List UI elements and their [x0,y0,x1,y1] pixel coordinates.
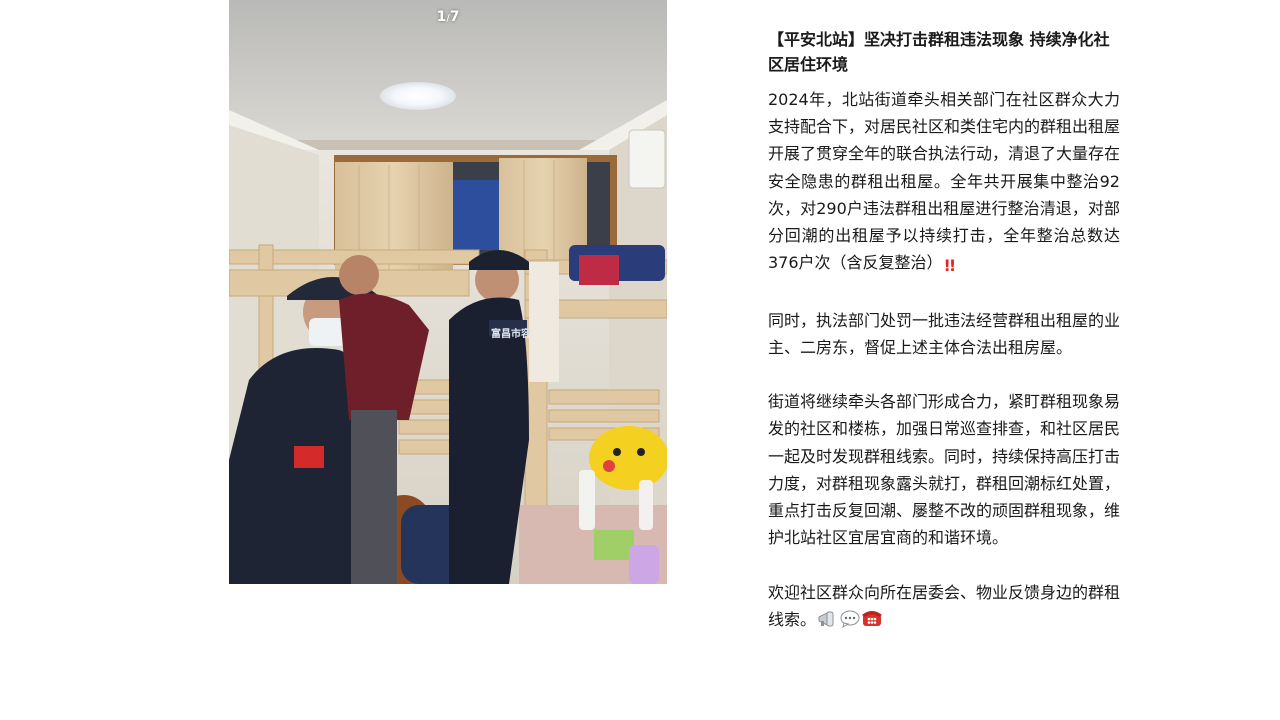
page: 1/7 富昌市容 【平安北站】坚决打击群租违法现象 持续净化社区居住环境 202… [0,0,1280,720]
post-title: 【平安北站】坚决打击群租违法现象 持续净化社区居住环境 [768,30,1110,74]
post-paragraph-2: 同时，执法部门处罚一批违法经营群租出租屋的业主、二房东，督促上述主体合法出租房屋… [768,310,1121,357]
telephone-icon [861,608,883,636]
post-paragraph-1-text: 2024年，北站街道牵头相关部门在社区群众大力支持配合下，对居民社区和类住宅内的… [768,90,1121,273]
photo-counter-current: 1 [436,9,447,25]
photo-badge-text: 富昌市容 [491,329,531,340]
post-photo[interactable]: 1/7 富昌市容 [229,0,667,584]
speech-bubble-icon [840,609,860,636]
megaphone-icon [817,609,839,636]
post-content: 【平安北站】坚决打击群租违法现象 持续净化社区居住环境 2024年，北站街道牵头… [768,27,1120,663]
post-paragraph-4: 欢迎社区群众向所在居委会、物业反馈身边的群租线索。 [768,579,1120,636]
photo-counter-total: 7 [449,9,460,25]
photo-illustration [229,0,667,584]
post-paragraph-3: 街道将继续牵头各部门形成合力，紧盯群租现象易发的社区和楼栋，加强日常巡查排查，和… [768,392,1121,548]
photo-counter: 1/7 [229,9,667,25]
double-exclamation-icon: !! [943,256,957,276]
post-paragraph-1: 2024年，北站街道牵头相关部门在社区群众大力支持配合下，对居民社区和类住宅内的… [768,86,1120,279]
